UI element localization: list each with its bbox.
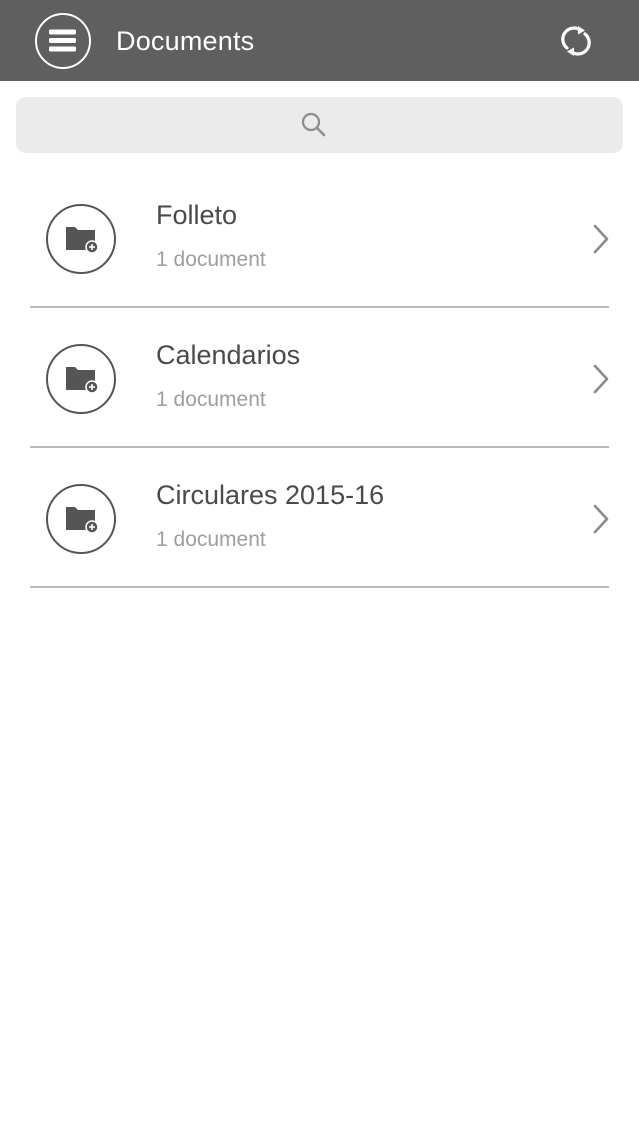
chevron-right-icon (593, 364, 609, 394)
document-count: 1 document (156, 248, 266, 271)
search-bar[interactable] (16, 97, 627, 155)
divider (30, 586, 609, 588)
refresh-button[interactable] (556, 21, 596, 61)
folder-name: Folleto (156, 200, 238, 230)
folder-icon (46, 204, 116, 274)
chevron-right-icon (593, 224, 609, 254)
app-header: Documents (0, 0, 639, 81)
list-item[interactable]: Circulares 2015-16 1 document (0, 448, 639, 588)
menu-button[interactable] (35, 13, 91, 69)
folder-name: Calendarios (156, 340, 301, 370)
list-item[interactable]: Calendarios 1 document (0, 308, 639, 448)
folder-icon (46, 484, 116, 554)
folder-icon (46, 344, 116, 414)
folder-list: Folleto 1 document Calendarios 1 documen… (0, 168, 639, 588)
refresh-icon (561, 26, 591, 56)
page-title: Documents (116, 26, 255, 56)
document-count: 1 document (156, 528, 266, 551)
chevron-right-icon (593, 504, 609, 534)
search-input[interactable] (16, 97, 627, 155)
document-count: 1 document (156, 388, 266, 411)
hamburger-menu-icon (49, 29, 76, 52)
folder-name: Circulares 2015-16 (156, 480, 385, 510)
list-item[interactable]: Folleto 1 document (0, 168, 639, 308)
